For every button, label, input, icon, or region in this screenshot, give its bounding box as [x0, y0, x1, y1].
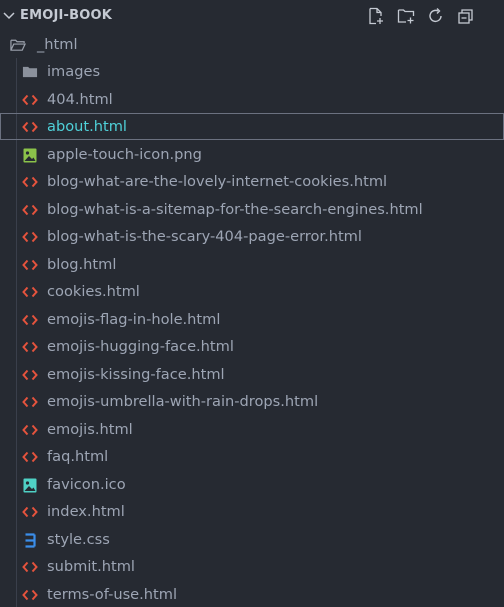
tree-item-label: emojis-kissing-face.html [47, 366, 225, 383]
tree-file-item[interactable]: blog-what-is-the-scary-404-page-error.ht… [0, 223, 504, 250]
new-file-icon[interactable] [366, 6, 386, 26]
tree-file-item[interactable]: favicon.ico [0, 471, 504, 498]
html-file-icon [22, 284, 38, 300]
tree-item-label: images [47, 63, 101, 80]
tree-item-label: faq.html [47, 448, 109, 465]
html-file-icon [22, 504, 38, 520]
css-file-icon [22, 532, 38, 548]
tree-file-item[interactable]: apple-touch-icon.png [0, 141, 504, 168]
chevron-down-icon[interactable] [2, 9, 16, 23]
tree-file-item[interactable]: faq.html [0, 443, 504, 470]
tree-item-label: about.html [47, 118, 127, 135]
tree-file-item[interactable]: submit.html [0, 553, 504, 580]
tree-file-item[interactable]: terms-of-use.html [0, 581, 504, 607]
tree-item-label: submit.html [47, 558, 135, 575]
html-file-icon [22, 394, 38, 410]
tree-item-label: cookies.html [47, 283, 140, 300]
html-file-icon [22, 229, 38, 245]
tree-item-label: favicon.ico [47, 476, 126, 493]
tree-file-item[interactable]: index.html [0, 498, 504, 525]
tree-item-label: blog.html [47, 256, 117, 273]
image-file-icon [22, 147, 38, 163]
collapse-all-icon[interactable] [456, 6, 476, 26]
tree-item-label: apple-touch-icon.png [47, 146, 202, 163]
html-file-icon [22, 587, 38, 603]
tree-item-label: emojis.html [47, 421, 133, 438]
html-file-icon [22, 202, 38, 218]
tree-file-item[interactable]: blog.html [0, 251, 504, 278]
folder-icon [22, 64, 38, 80]
html-file-icon [22, 422, 38, 438]
tree-item-label: blog-what-are-the-lovely-internet-cookie… [47, 173, 388, 190]
new-folder-icon[interactable] [396, 6, 416, 26]
tree-folder-item[interactable]: images [0, 58, 504, 85]
refresh-icon[interactable] [426, 6, 446, 26]
explorer-header[interactable]: EMOJI-BOOK [0, 0, 504, 32]
tree-folder-html[interactable]: _html [0, 31, 504, 58]
tree-file-item[interactable]: cookies.html [0, 278, 504, 305]
tree-file-item[interactable]: emojis-kissing-face.html [0, 361, 504, 388]
tree-file-item[interactable]: 404.html [0, 86, 504, 113]
tree-file-item[interactable]: about.html [0, 113, 504, 140]
tree-file-item[interactable]: emojis.html [0, 416, 504, 443]
tree-file-item[interactable]: emojis-umbrella-with-rain-drops.html [0, 388, 504, 415]
tree-item-label: 404.html [47, 91, 113, 108]
file-explorer: EMOJI-BOOK _html images 404.html about.h… [0, 0, 504, 607]
ico-file-icon [22, 477, 38, 493]
html-file-icon [22, 92, 38, 108]
tree-item-label: blog-what-is-the-scary-404-page-error.ht… [47, 228, 362, 245]
html-file-icon [22, 174, 38, 190]
tree-file-item[interactable]: emojis-flag-in-hole.html [0, 306, 504, 333]
explorer-title: EMOJI-BOOK [20, 8, 113, 23]
tree-file-item[interactable]: style.css [0, 526, 504, 553]
html-file-icon [22, 119, 38, 135]
html-file-icon [22, 257, 38, 273]
explorer-actions [366, 6, 476, 26]
tree-item-label: emojis-flag-in-hole.html [47, 311, 221, 328]
tree-item-label: terms-of-use.html [47, 586, 178, 603]
tree-item-label: emojis-umbrella-with-rain-drops.html [47, 393, 319, 410]
tree-item-label: index.html [47, 503, 125, 520]
tree-item-label: _html [37, 36, 78, 53]
tree-file-item[interactable]: emojis-hugging-face.html [0, 333, 504, 360]
tree-file-item[interactable]: blog-what-is-a-sitemap-for-the-search-en… [0, 196, 504, 223]
tree-file-item[interactable]: blog-what-are-the-lovely-internet-cookie… [0, 168, 504, 195]
html-file-icon [22, 559, 38, 575]
html-file-icon [22, 312, 38, 328]
html-file-icon [22, 367, 38, 383]
tree-item-label: blog-what-is-a-sitemap-for-the-search-en… [47, 201, 423, 218]
tree-item-label: emojis-hugging-face.html [47, 338, 234, 355]
html-file-icon [22, 339, 38, 355]
tree-item-label: style.css [47, 531, 110, 548]
html-file-icon [22, 449, 38, 465]
folder-open-icon [10, 37, 26, 53]
